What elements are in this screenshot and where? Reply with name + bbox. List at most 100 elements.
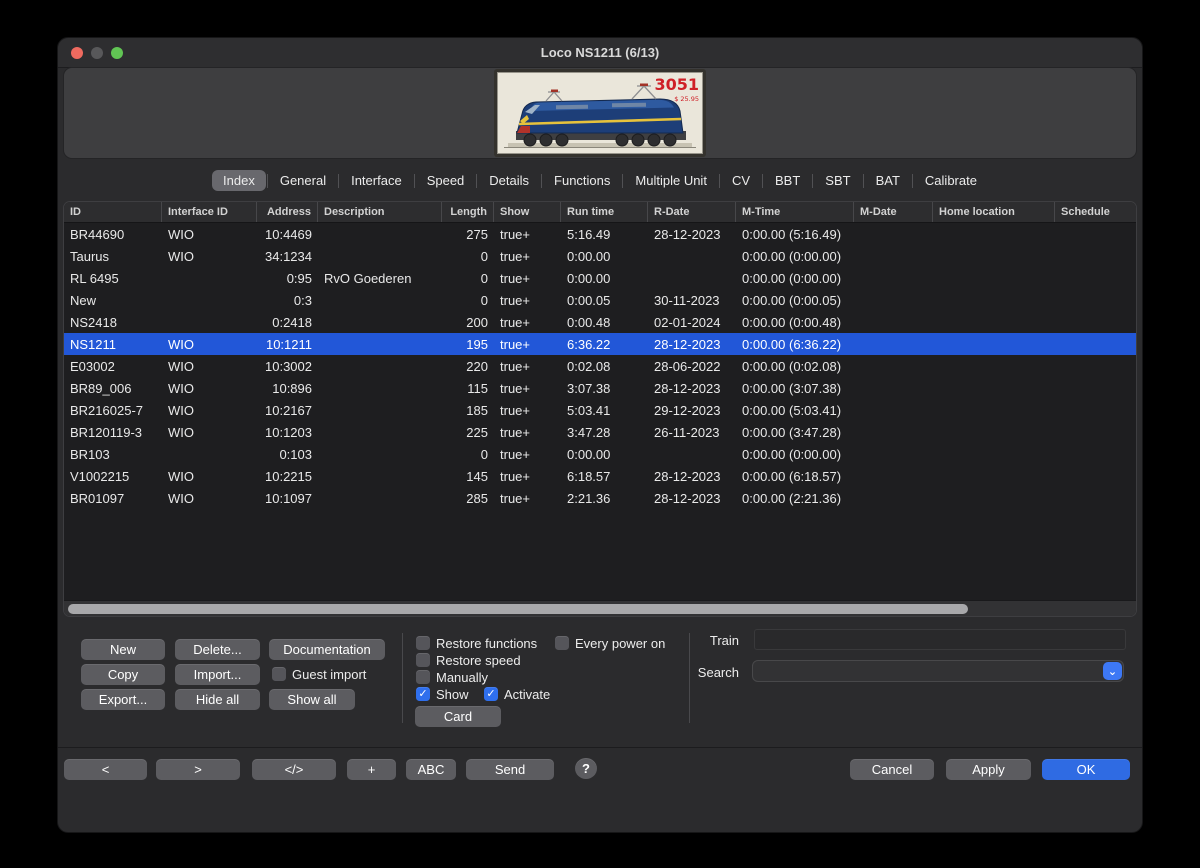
tab-calibrate[interactable]: Calibrate [914,170,988,191]
tab-bbt[interactable]: BBT [764,170,811,191]
tab-functions[interactable]: Functions [543,170,621,191]
copy-button[interactable]: Copy [81,664,165,685]
titlebar[interactable]: Loco NS1211 (6/13) [58,38,1142,68]
checkbox-box[interactable]: ✓ [484,687,498,701]
table-row-rl-6495[interactable]: RL 64950:95RvO Goederen0true+0:00.000:00… [64,267,1136,289]
abc-button[interactable]: ABC [406,759,456,780]
checkbox-box[interactable]: ✓ [416,670,430,684]
show-checkbox[interactable]: ✓ Show [416,686,469,702]
code-button[interactable]: </> [252,759,336,780]
minimize-window-icon[interactable] [91,47,103,59]
zoom-window-icon[interactable] [111,47,123,59]
restore-speed-checkbox[interactable]: ✓ Restore speed [416,652,521,668]
column-header-interface_id[interactable]: Interface ID [162,202,257,222]
tab-divider [338,174,339,188]
search-label: Search [659,665,739,680]
checkbox-box[interactable]: ✓ [416,687,430,701]
table-row-br103[interactable]: BR1030:1030true+0:00.000:00.00 (0:00.00) [64,443,1136,465]
table-row-ns2418[interactable]: NS24180:2418200true+0:00.4802-01-20240:0… [64,311,1136,333]
tab-index[interactable]: Index [212,170,266,191]
table-row-br89_006[interactable]: BR89_006WIO10:896115true+3:07.3828-12-20… [64,377,1136,399]
horizontal-scrollbar[interactable] [64,600,1136,616]
cell-interface_id: WIO [162,403,257,418]
tab-divider [267,174,268,188]
restore-functions-checkbox[interactable]: ✓ Restore functions [416,635,537,651]
column-header-m_date[interactable]: M-Date [854,202,933,222]
cell-run_time: 0:00.05 [561,293,648,308]
tab-interface[interactable]: Interface [340,170,413,191]
table-row-e03002[interactable]: E03002WIO10:3002220true+0:02.0828-06-202… [64,355,1136,377]
tab-details[interactable]: Details [478,170,540,191]
window-title: Loco NS1211 (6/13) [58,38,1142,68]
column-header-schedule[interactable]: Schedule [1055,202,1132,222]
tab-speed[interactable]: Speed [416,170,476,191]
table-row-taurus[interactable]: TaurusWIO34:12340true+0:00.000:00.00 (0:… [64,245,1136,267]
checkbox-box[interactable]: ✓ [416,636,430,650]
cell-r_date: 30-11-2023 [648,293,736,308]
table-row-br216025-7[interactable]: BR216025-7WIO10:2167185true+5:03.4129-12… [64,399,1136,421]
tab-divider [414,174,415,188]
tab-general[interactable]: General [269,170,337,191]
table-row-br01097[interactable]: BR01097WIO10:1097285true+2:21.3628-12-20… [64,487,1136,509]
help-button[interactable]: ? [575,758,597,779]
checkbox-box[interactable]: ✓ [416,653,430,667]
new-button[interactable]: New [81,639,165,660]
manually-checkbox[interactable]: ✓ Manually [416,669,488,685]
table-row-br44690[interactable]: BR44690WIO10:4469275true+5:16.4928-12-20… [64,223,1136,245]
card-button[interactable]: Card [415,706,501,727]
column-header-m_time[interactable]: M-Time [736,202,854,222]
tab-bat[interactable]: BAT [865,170,911,191]
cell-m_time: 0:00.00 (3:47.28) [736,425,854,440]
hide-all-button[interactable]: Hide all [175,689,260,710]
column-header-run_time[interactable]: Run time [561,202,648,222]
cell-r_date: 28-12-2023 [648,491,736,506]
column-header-length[interactable]: Length [442,202,494,222]
next-loco-button[interactable]: > [156,759,240,780]
cell-address: 0:2418 [257,315,318,330]
tab-cv[interactable]: CV [721,170,761,191]
activate-checkbox[interactable]: ✓ Activate [484,686,550,702]
table-row-v1002215[interactable]: V1002215WIO10:2215145true+6:18.5728-12-2… [64,465,1136,487]
cell-address: 10:1203 [257,425,318,440]
apply-button[interactable]: Apply [946,759,1031,780]
show-all-button[interactable]: Show all [269,689,355,710]
plus-button[interactable]: + [347,759,396,780]
checkbox-box[interactable]: ✓ [272,667,286,681]
column-header-show[interactable]: Show [494,202,561,222]
every-power-on-checkbox[interactable]: ✓ Every power on [555,635,665,651]
guest-import-checkbox[interactable]: ✓ Guest import [272,666,366,682]
close-window-icon[interactable] [71,47,83,59]
cancel-button[interactable]: Cancel [850,759,934,780]
cell-length: 220 [442,359,494,374]
delete-button[interactable]: Delete... [175,639,260,660]
train-input[interactable] [754,629,1126,650]
loco-image-panel: 3051 $ 25.95 [63,67,1137,159]
send-button[interactable]: Send [466,759,554,780]
checkbox-label: Restore functions [436,636,537,651]
previous-loco-button[interactable]: < [64,759,147,780]
cell-m_time: 0:00.00 (3:07.38) [736,381,854,396]
column-header-r_date[interactable]: R-Date [648,202,736,222]
checkbox-box[interactable]: ✓ [555,636,569,650]
checkbox-label: Activate [504,687,550,702]
cell-r_date: 29-12-2023 [648,403,736,418]
column-header-id[interactable]: ID [64,202,162,222]
cell-length: 285 [442,491,494,506]
import-button[interactable]: Import... [175,664,260,685]
search-dropdown[interactable]: ⌄ [752,660,1124,682]
column-header-address[interactable]: Address [257,202,318,222]
column-header-home_location[interactable]: Home location [933,202,1055,222]
table-row-br120119-3[interactable]: BR120119-3WIO10:1203225true+3:47.2826-11… [64,421,1136,443]
table-row-ns1211[interactable]: NS1211WIO10:1211195true+6:36.2228-12-202… [64,333,1136,355]
chevron-down-icon[interactable]: ⌄ [1103,662,1122,680]
ok-button[interactable]: OK [1042,759,1130,780]
scrollbar-thumb[interactable] [68,604,968,614]
column-header-description[interactable]: Description [318,202,442,222]
tab-divider [719,174,720,188]
cell-interface_id: WIO [162,337,257,352]
table-row-new[interactable]: New0:30true+0:00.0530-11-20230:00.00 (0:… [64,289,1136,311]
documentation-button[interactable]: Documentation [269,639,385,660]
export-button[interactable]: Export... [81,689,165,710]
tab-sbt[interactable]: SBT [814,170,861,191]
tab-multiple-unit[interactable]: Multiple Unit [624,170,718,191]
